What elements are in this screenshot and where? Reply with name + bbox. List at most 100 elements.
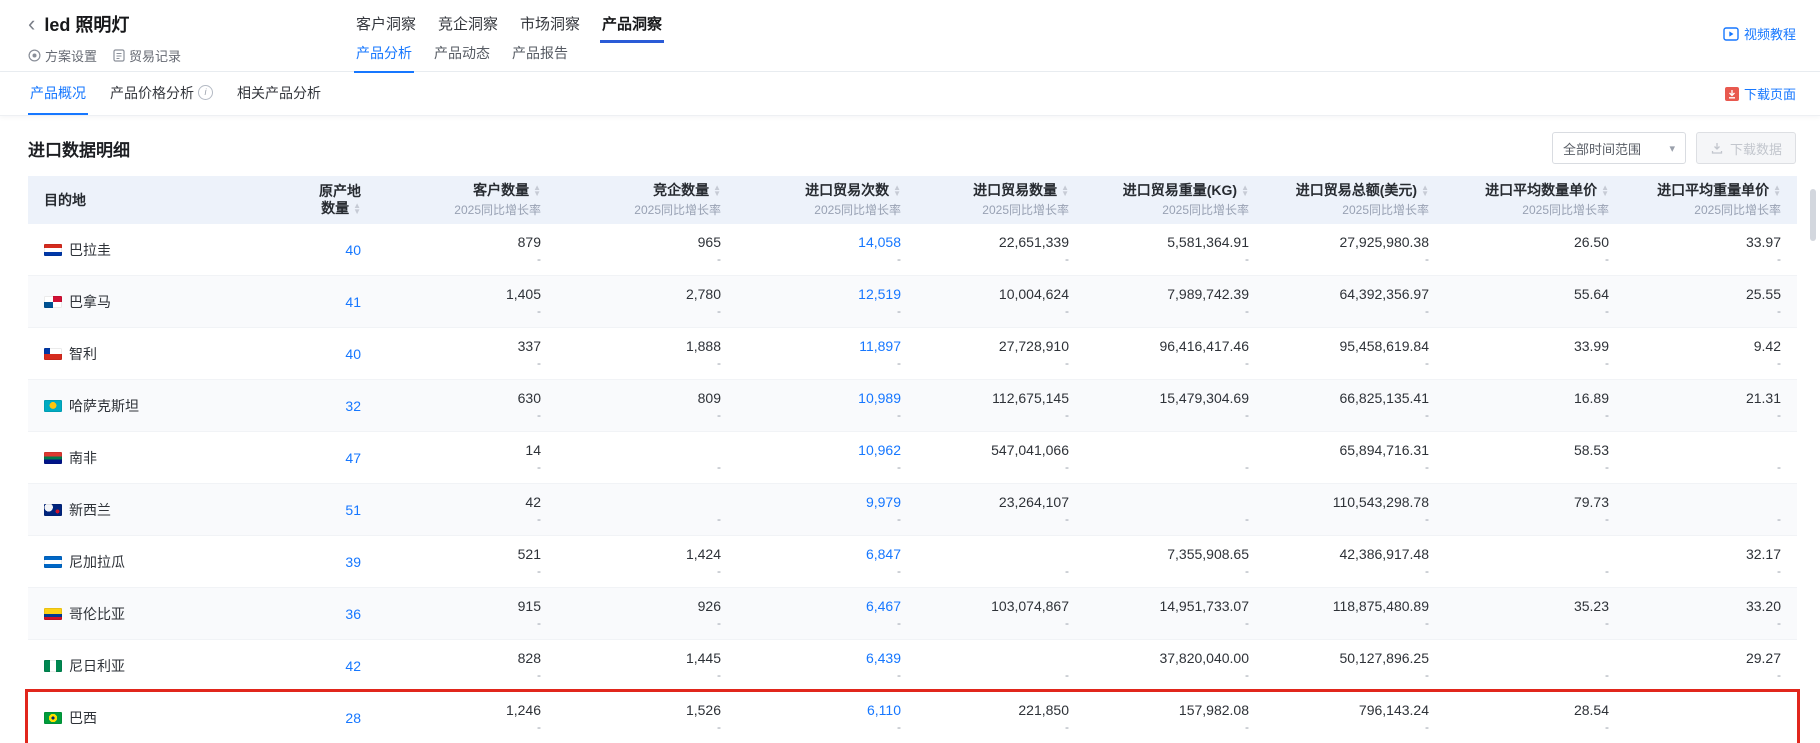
plan-settings-label: 方案设置 — [45, 46, 97, 65]
topbar-nav: 客户洞察竞企洞察市场洞察产品洞察 产品分析产品动态产品报告 — [354, 0, 664, 71]
growth-rate-label: 2025同比增长率 — [1342, 201, 1429, 218]
cell-value[interactable]: 10,989 — [858, 389, 901, 407]
cell-value[interactable]: 10,962 — [858, 441, 901, 459]
cell-value[interactable]: 9,979 — [866, 493, 901, 511]
cell-value: 65,894,716.31 — [1339, 441, 1429, 459]
column-header-import-trade-amount-usd[interactable]: 进口贸易总额(美元)▲▼2025同比增长率 — [1265, 176, 1445, 224]
tab-product-overview[interactable]: 产品概况 — [28, 72, 88, 115]
growth-value: - — [1245, 460, 1249, 475]
sort-icon[interactable]: ▲▼ — [1421, 185, 1429, 197]
cell-value[interactable]: 6,439 — [866, 649, 901, 667]
column-header-import-trade-times[interactable]: 进口贸易次数▲▼2025同比增长率 — [737, 176, 917, 224]
origin-count-link[interactable]: 47 — [345, 449, 361, 467]
growth-rate-label: 2025同比增长率 — [1162, 201, 1249, 218]
sort-icon[interactable]: ▲▼ — [1773, 185, 1781, 197]
table-scrollbar[interactable] — [1809, 185, 1817, 739]
tab-product-trends[interactable]: 产品动态 — [432, 43, 492, 73]
country-name: 哥伦比亚 — [69, 604, 125, 624]
table-body: 巴拉圭40879-965-14,058-22,651,339-5,581,364… — [28, 224, 1797, 743]
sort-icon[interactable]: ▲▼ — [893, 185, 901, 197]
growth-value: - — [897, 720, 901, 735]
tab-product-report[interactable]: 产品报告 — [510, 43, 570, 73]
scrollbar-thumb[interactable] — [1810, 189, 1816, 241]
cell-value[interactable]: 6,467 — [866, 597, 901, 615]
cell-value[interactable]: 12,519 — [858, 285, 901, 303]
customer-count-cell: 14- — [377, 432, 557, 483]
import-avg-weight-price-cell: 21.31- — [1625, 380, 1797, 431]
tab-customer-insight[interactable]: 客户洞察 — [354, 11, 418, 43]
column-header-import-avg-weight-price[interactable]: 进口平均重量单价▲▼2025同比增长率 — [1625, 176, 1797, 224]
cell-value: 103,074,867 — [991, 597, 1069, 615]
cell-value: 42,386,917.48 — [1339, 545, 1429, 563]
sort-icon[interactable]: ▲▼ — [713, 185, 721, 197]
back-icon[interactable]: ‹ — [28, 14, 35, 34]
trade-records-link[interactable]: 贸易记录 — [113, 46, 181, 65]
customer-count-cell: 630- — [377, 380, 557, 431]
country-name: 巴拉圭 — [69, 240, 111, 260]
sort-icon[interactable]: ▲▼ — [1601, 185, 1609, 197]
growth-value: - — [1605, 512, 1609, 527]
growth-rate-label: 2025同比增长率 — [982, 201, 1069, 218]
cell-value[interactable]: 6,847 — [866, 545, 901, 563]
time-range-select[interactable]: 全部时间范围 ▾ — [1552, 132, 1686, 164]
sort-icon[interactable]: ▲▼ — [353, 203, 361, 215]
sort-icon[interactable]: ▲▼ — [533, 185, 541, 197]
download-data-button[interactable]: 下载数据 — [1696, 132, 1796, 164]
tab-product-analysis[interactable]: 产品分析 — [354, 43, 414, 73]
origin-count-link[interactable]: 51 — [345, 501, 361, 519]
country-name: 哈萨克斯坦 — [69, 396, 139, 416]
origin-count-link[interactable]: 40 — [345, 241, 361, 259]
growth-value: - — [897, 512, 901, 527]
column-title: 竞企数量 — [653, 182, 709, 199]
origin-count-link[interactable]: 41 — [345, 293, 361, 311]
competitor-count-cell: 1,526- — [557, 692, 737, 743]
growth-value: - — [537, 720, 541, 735]
table-row: 尼加拉瓜39521-1,424-6,847--7,355,908.65-42,3… — [28, 536, 1797, 588]
import-avg-weight-price-cell: - — [1625, 432, 1797, 483]
tab-related-product-analysis[interactable]: 相关产品分析 — [235, 72, 323, 115]
tab-competitor-insight[interactable]: 竞企洞察 — [436, 11, 500, 43]
growth-value: - — [897, 668, 901, 683]
growth-value: - — [1245, 512, 1249, 527]
origin-count-link[interactable]: 39 — [345, 553, 361, 571]
sort-icon[interactable]: ▲▼ — [1241, 185, 1249, 197]
destination-cell: 新西兰 — [28, 484, 203, 535]
growth-value: - — [1425, 616, 1429, 631]
column-header-import-avg-qty-price[interactable]: 进口平均数量单价▲▼2025同比增长率 — [1445, 176, 1625, 224]
cell-value: 64,392,356.97 — [1339, 285, 1429, 303]
origin-count-link[interactable]: 42 — [345, 657, 361, 675]
column-header-origin-count[interactable]: 原产地数量▲▼ — [203, 176, 377, 224]
column-title: 目的地 — [44, 192, 86, 209]
plan-settings-link[interactable]: 方案设置 — [28, 46, 97, 65]
cell-value: 14,951,733.07 — [1159, 597, 1249, 615]
import-trade-times-cell: 6,467- — [737, 588, 917, 639]
cell-value[interactable]: 11,897 — [859, 337, 901, 355]
sort-icon[interactable]: ▲▼ — [1061, 185, 1069, 197]
import-trade-qty-cell: 27,728,910- — [917, 328, 1085, 379]
column-header-competitor-count[interactable]: 竞企数量▲▼2025同比增长率 — [557, 176, 737, 224]
growth-value: - — [1065, 720, 1069, 735]
column-header-import-trade-weight-kg[interactable]: 进口贸易重量(KG)▲▼2025同比增长率 — [1085, 176, 1265, 224]
column-header-import-trade-qty[interactable]: 进口贸易数量 ▲▼ 2025同比增长率 — [917, 176, 1085, 224]
tab-market-insight[interactable]: 市场洞察 — [518, 11, 582, 43]
column-header-destination: 目的地 — [28, 176, 203, 224]
origin-count-link[interactable]: 32 — [345, 397, 361, 415]
import-trade-qty-cell: 22,651,339- — [917, 224, 1085, 275]
origin-count-link[interactable]: 40 — [345, 345, 361, 363]
growth-value: - — [1065, 668, 1069, 683]
origin-count-link[interactable]: 28 — [345, 709, 361, 727]
origin-count-cell: 47 — [203, 432, 377, 483]
column-title: 进口贸易数量 — [973, 182, 1057, 199]
import-data-table: 目的地 原产地数量▲▼客户数量▲▼2025同比增长率 竞企数量 ▲▼ 2025同比增长率… — [28, 176, 1797, 743]
cell-value[interactable]: 6,110 — [867, 701, 901, 719]
tab-product-insight[interactable]: 产品洞察 — [600, 11, 664, 43]
import-trade-qty-cell: 10,004,624- — [917, 276, 1085, 327]
download-page-link[interactable]: 下载页面 — [1725, 72, 1796, 115]
cell-value: 37,820,040.00 — [1159, 649, 1249, 667]
tab-product-price-analysis[interactable]: 产品价格分析i — [108, 72, 215, 115]
import-trade-weight-kg-cell: 14,951,733.07- — [1085, 588, 1265, 639]
cell-value[interactable]: 14,058 — [858, 233, 901, 251]
origin-count-link[interactable]: 36 — [345, 605, 361, 623]
video-tutorial-link[interactable]: 视频教程 — [1723, 24, 1796, 43]
column-header-customer-count[interactable]: 客户数量▲▼2025同比增长率 — [377, 176, 557, 224]
